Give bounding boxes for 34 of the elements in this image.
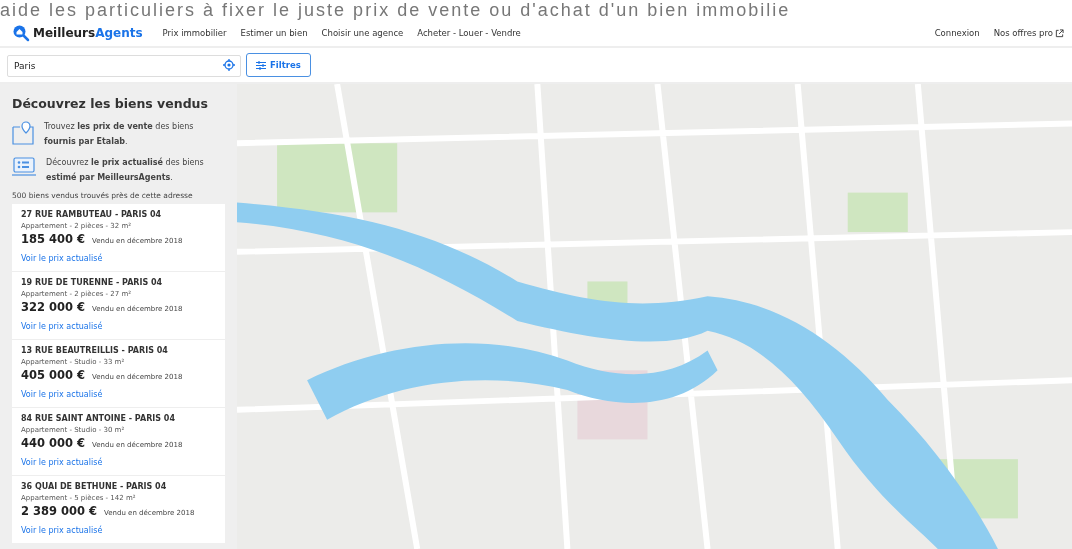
filters-button[interactable]: Filtres <box>246 53 311 77</box>
listing-address: 84 RUE SAINT ANTOINE - PARIS 04 <box>21 414 176 423</box>
listing-address: 36 QUAI DE BETHUNE - PARIS 04 <box>21 482 168 491</box>
banner-text: aide les particuliers à fixer le juste prix de vente ou d'achat d'un bien immobilie <box>0 0 791 20</box>
updated-price-link[interactable]: Voir le prix actualisé <box>21 254 103 263</box>
laptop-icon <box>12 157 36 177</box>
sidebar-title: Découvrez les biens vendus <box>12 96 209 111</box>
feature-text: Découvrez le prix actualisé des biens estimé par MeilleursAgents. <box>46 156 205 184</box>
sliders-icon <box>256 60 266 70</box>
magnifier-house-icon <box>12 24 30 42</box>
listing-price: 440 000 € <box>21 436 86 450</box>
listing-price: 322 000 € <box>21 300 86 314</box>
nav-link[interactable]: Prix immobilier <box>162 28 227 38</box>
locate-icon[interactable] <box>223 59 235 71</box>
header-link[interactable]: Nos offres pro <box>993 28 1064 38</box>
updated-price-link[interactable]: Voir le prix actualisé <box>21 526 103 535</box>
updated-price-link[interactable]: Voir le prix actualisé <box>21 390 103 399</box>
nav-link[interactable]: Estimer un bien <box>240 28 308 38</box>
listing-price: 185 400 € <box>21 232 86 246</box>
updated-price-link[interactable]: Voir le prix actualisé <box>21 322 103 331</box>
listing-address: 27 RUE RAMBUTEAU - PARIS 04 <box>21 210 163 219</box>
updated-price-link[interactable]: Voir le prix actualisé <box>21 458 103 467</box>
listing-address: 13 RUE BEAUTREILLIS - PARIS 04 <box>21 346 169 355</box>
external-link-icon <box>1055 28 1064 38</box>
nav-link[interactable]: Choisir une agence <box>321 28 404 38</box>
search-field[interactable]: Paris <box>7 55 241 77</box>
logo-text[interactable]: MeilleursAgents <box>33 26 143 40</box>
listing-price: 2 389 000 € <box>21 504 98 518</box>
listing-price: 405 000 € <box>21 368 86 382</box>
nav-link[interactable]: Acheter - Louer - Vendre <box>417 28 521 38</box>
header-link[interactable]: Connexion <box>934 28 980 38</box>
map-pin-icon <box>12 121 34 145</box>
listing-address: 19 RUE DE TURENNE - PARIS 04 <box>21 278 164 287</box>
feature-text: Trouvez les prix de vente des biens fournis par Etalab. <box>44 121 195 148</box>
